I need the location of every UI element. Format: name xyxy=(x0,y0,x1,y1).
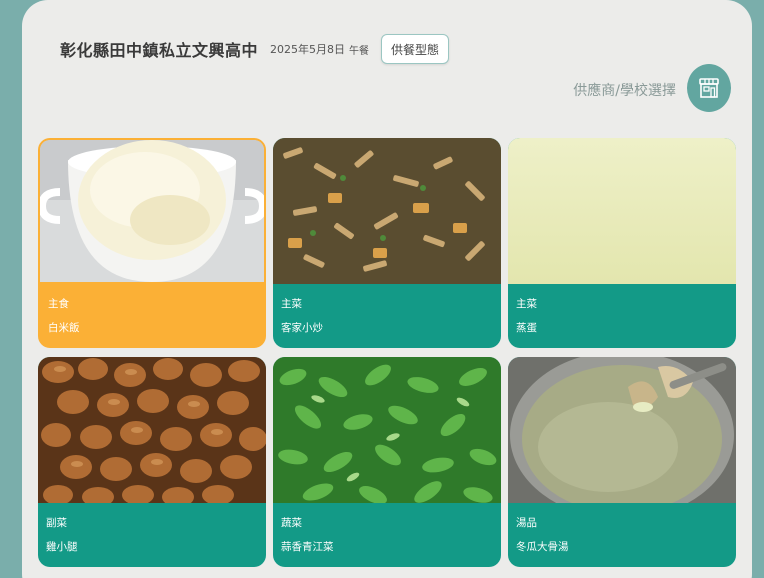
dish-category: 主菜 xyxy=(516,298,537,310)
dish-category: 主菜 xyxy=(281,298,302,310)
page-header: 彰化縣田中鎮私立文興高中 2025年5月8日 午餐 供餐型態 xyxy=(60,33,450,65)
menu-card-vegetable[interactable]: 蔬菜 蒜香青江菜 xyxy=(273,357,501,567)
dish-photo-chicken xyxy=(38,357,266,503)
dish-category: 湯品 xyxy=(516,517,537,529)
dish-name: 蒜香青江菜 xyxy=(281,541,334,553)
menu-card-main-1[interactable]: 主菜 客家小炒 xyxy=(273,138,501,348)
dish-name: 雞小腿 xyxy=(46,541,78,553)
menu-card-side[interactable]: 副菜 雞小腿 xyxy=(38,357,266,567)
dish-name: 冬瓜大骨湯 xyxy=(516,541,569,553)
dish-category: 主食 xyxy=(48,298,69,310)
dish-category: 蔬菜 xyxy=(281,517,302,529)
supplier-school-select-link[interactable]: 供應商/學校選擇 xyxy=(573,80,676,100)
dish-photo-greens xyxy=(273,357,501,503)
dish-photo-steamed-egg xyxy=(508,138,736,284)
menu-card-staple[interactable]: 主食 白米飯 xyxy=(38,138,266,348)
menu-date: 2025年5月8日 xyxy=(270,43,346,56)
dish-name: 白米飯 xyxy=(48,322,80,334)
menu-card-soup[interactable]: 湯品 冬瓜大骨湯 xyxy=(508,357,736,567)
meal-type-button[interactable]: 供餐型態 xyxy=(381,34,450,64)
dish-name: 蒸蛋 xyxy=(516,322,537,334)
dish-category: 副菜 xyxy=(46,517,67,529)
menu-card-main-2[interactable]: 主菜 蒸蛋 xyxy=(508,138,736,348)
meal-label: 午餐 xyxy=(349,45,370,57)
dish-name: 客家小炒 xyxy=(281,322,323,334)
dish-photo-soup xyxy=(508,357,736,503)
dish-photo-stir-fry xyxy=(273,138,501,284)
store-icon xyxy=(699,78,719,98)
dish-photo-rice xyxy=(40,140,264,282)
supplier-school-select-button[interactable] xyxy=(687,64,731,112)
school-name: 彰化縣田中鎮私立文興高中 xyxy=(60,41,259,60)
